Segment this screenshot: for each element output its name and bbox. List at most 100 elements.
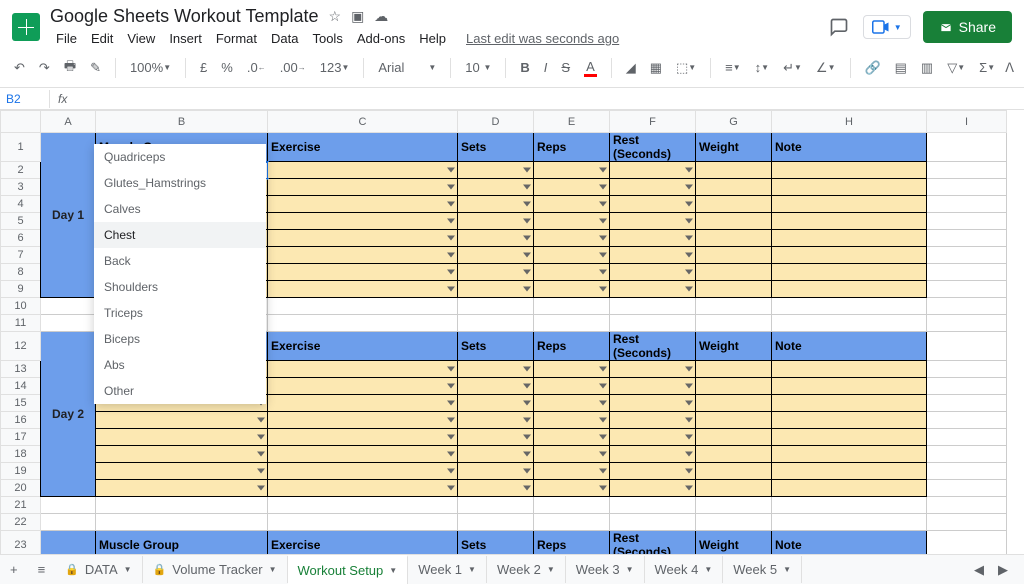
sheet-tab-week5[interactable]: Week 5▼ <box>723 556 802 583</box>
strike-button[interactable]: S <box>557 56 574 79</box>
cell[interactable] <box>696 361 772 378</box>
cell[interactable] <box>534 395 610 412</box>
cell[interactable] <box>610 247 696 264</box>
cell[interactable] <box>927 230 1007 247</box>
cell[interactable] <box>268 361 458 378</box>
decimal-increase-button[interactable]: .00→ <box>276 56 310 79</box>
dropdown-arrow-icon[interactable] <box>685 185 693 190</box>
font-size-dropdown[interactable]: 10 ▼ <box>461 56 495 79</box>
cell[interactable] <box>534 230 610 247</box>
grid-header-cell[interactable]: Rest (Seconds) <box>610 133 696 162</box>
cell[interactable] <box>268 281 458 298</box>
fill-color-button[interactable]: ◢ <box>622 56 640 80</box>
borders-button[interactable]: ▦ <box>646 56 666 80</box>
row-header[interactable]: 19 <box>1 463 41 480</box>
cell[interactable] <box>268 446 458 463</box>
dropdown-arrow-icon[interactable] <box>447 270 455 275</box>
cell[interactable] <box>458 361 534 378</box>
comments-icon[interactable] <box>827 15 851 39</box>
dropdown-arrow-icon[interactable] <box>685 486 693 491</box>
row-header[interactable]: 20 <box>1 480 41 497</box>
italic-button[interactable]: I <box>540 56 552 79</box>
bold-button[interactable]: B <box>516 56 533 79</box>
cell[interactable] <box>927 514 1007 531</box>
cell[interactable] <box>772 361 927 378</box>
cell[interactable] <box>268 196 458 213</box>
cell[interactable] <box>927 446 1007 463</box>
cell[interactable] <box>696 298 772 315</box>
cell[interactable] <box>458 446 534 463</box>
cell[interactable] <box>772 179 927 196</box>
dropdown-arrow-icon[interactable] <box>599 486 607 491</box>
dropdown-arrow-icon[interactable] <box>599 287 607 292</box>
row-header[interactable]: 2 <box>1 162 41 179</box>
dropdown-arrow-icon[interactable] <box>447 168 455 173</box>
cell[interactable] <box>610 378 696 395</box>
paint-format-icon[interactable]: ✎ <box>86 56 105 80</box>
cell[interactable] <box>268 412 458 429</box>
dropdown-arrow-icon[interactable] <box>599 202 607 207</box>
sheets-logo[interactable] <box>12 13 40 41</box>
dropdown-arrow-icon[interactable] <box>447 236 455 241</box>
cell[interactable] <box>927 298 1007 315</box>
dropdown-arrow-icon[interactable] <box>523 236 531 241</box>
rotate-button[interactable]: ∠▼ <box>812 56 840 80</box>
cell[interactable] <box>534 463 610 480</box>
dropdown-arrow-icon[interactable] <box>685 253 693 258</box>
cell[interactable] <box>268 247 458 264</box>
cell[interactable] <box>772 429 927 446</box>
cell[interactable] <box>41 514 96 531</box>
dropdown-arrow-icon[interactable] <box>447 418 455 423</box>
cell[interactable] <box>927 395 1007 412</box>
cell[interactable] <box>268 497 458 514</box>
dropdown-option[interactable]: Biceps <box>94 326 266 352</box>
cell[interactable] <box>96 463 268 480</box>
menu-format[interactable]: Format <box>210 29 263 48</box>
muscle-group-dropdown[interactable]: QuadricepsGlutes_HamstringsCalvesChestBa… <box>94 144 266 404</box>
share-button[interactable]: Share <box>923 11 1012 43</box>
cell[interactable] <box>268 315 458 332</box>
dropdown-arrow-icon[interactable] <box>257 469 265 474</box>
col-header[interactable]: I <box>927 111 1007 133</box>
dropdown-arrow-icon[interactable] <box>447 469 455 474</box>
dropdown-arrow-icon[interactable] <box>447 185 455 190</box>
dropdown-arrow-icon[interactable] <box>685 367 693 372</box>
dropdown-arrow-icon[interactable] <box>685 435 693 440</box>
dropdown-option[interactable]: Triceps <box>94 300 266 326</box>
cell[interactable] <box>268 480 458 497</box>
dropdown-arrow-icon[interactable] <box>685 384 693 389</box>
dropdown-arrow-icon[interactable] <box>523 418 531 423</box>
wrap-button[interactable]: ↵▼ <box>779 56 806 80</box>
cell[interactable] <box>772 480 927 497</box>
dropdown-arrow-icon[interactable] <box>599 401 607 406</box>
row-header[interactable]: 7 <box>1 247 41 264</box>
filter-button[interactable]: ▽▼ <box>943 56 969 80</box>
dropdown-arrow-icon[interactable] <box>257 418 265 423</box>
cell[interactable] <box>268 162 458 179</box>
dropdown-option[interactable]: Back <box>94 248 266 274</box>
cloud-icon[interactable]: ☁ <box>374 8 388 25</box>
cell[interactable] <box>927 429 1007 446</box>
cell[interactable] <box>458 179 534 196</box>
cell[interactable] <box>927 179 1007 196</box>
cell[interactable] <box>696 196 772 213</box>
dropdown-arrow-icon[interactable] <box>685 236 693 241</box>
cell[interactable] <box>927 315 1007 332</box>
menu-view[interactable]: View <box>121 29 161 48</box>
cell[interactable] <box>41 315 96 332</box>
last-edit[interactable]: Last edit was seconds ago <box>460 29 625 48</box>
cell[interactable] <box>696 378 772 395</box>
row-header[interactable]: 21 <box>1 497 41 514</box>
dropdown-arrow-icon[interactable] <box>685 469 693 474</box>
dropdown-option[interactable]: Glutes_Hamstrings <box>94 170 266 196</box>
dropdown-option[interactable]: Abs <box>94 352 266 378</box>
move-icon[interactable]: ▣ <box>351 8 364 25</box>
dropdown-arrow-icon[interactable] <box>447 452 455 457</box>
dropdown-arrow-icon[interactable] <box>685 168 693 173</box>
cell[interactable] <box>96 412 268 429</box>
cell[interactable] <box>696 230 772 247</box>
cell[interactable] <box>96 497 268 514</box>
cell[interactable] <box>610 230 696 247</box>
cell[interactable] <box>772 412 927 429</box>
cell[interactable] <box>534 162 610 179</box>
